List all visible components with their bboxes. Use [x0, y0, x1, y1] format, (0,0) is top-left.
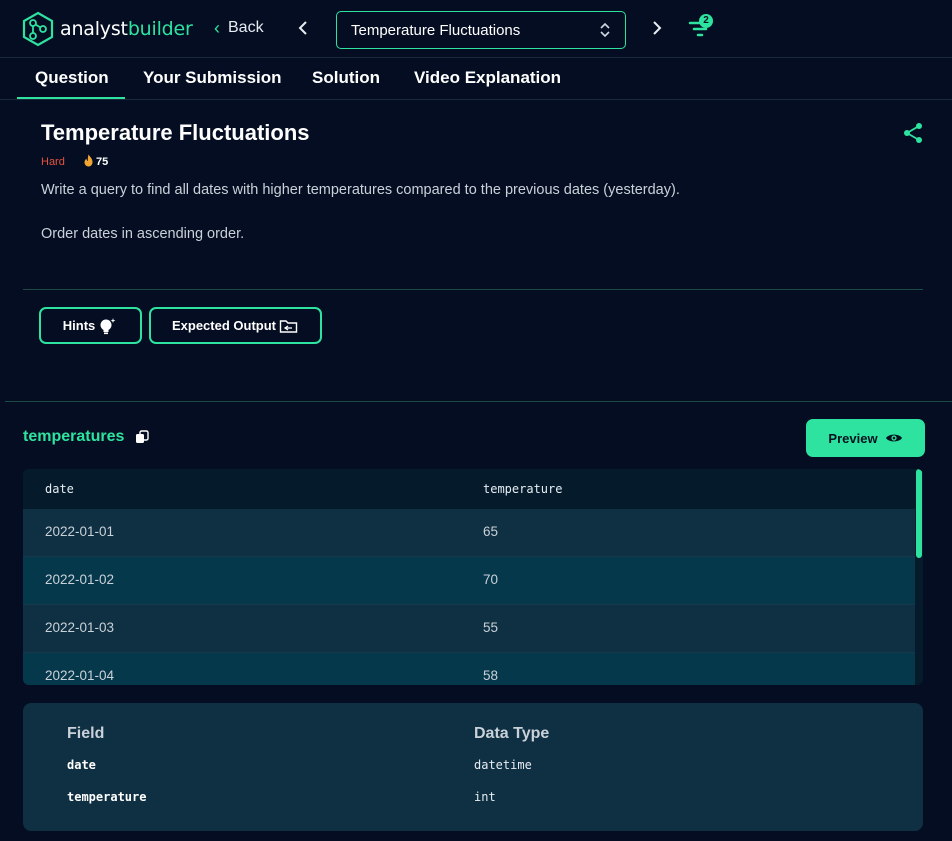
cell-date: 2022-01-01 — [45, 524, 115, 539]
lightbulb-icon — [100, 317, 116, 334]
brand-name: analystbuilder — [60, 18, 193, 40]
chevron-left-icon — [298, 21, 307, 35]
column-header-temperature[interactable]: temperature — [483, 482, 562, 496]
expected-output-button[interactable]: Expected Output — [149, 307, 322, 344]
cell-temperature: 65 — [483, 524, 499, 539]
logo-icon — [22, 11, 54, 47]
schema-field-type: datetime — [474, 758, 532, 772]
back-button[interactable]: ‹ Back — [214, 19, 264, 37]
schema-header-data-type: Data Type — [474, 725, 550, 742]
divider — [23, 289, 923, 290]
back-label: Back — [228, 19, 264, 36]
cell-temperature: 58 — [483, 668, 499, 683]
up-down-icon — [600, 22, 610, 38]
folder-icon — [279, 319, 298, 333]
table-row: 2022-01-04 58 — [23, 653, 915, 685]
column-header-date[interactable]: date — [45, 482, 74, 496]
chevron-left-icon: ‹ — [214, 18, 220, 38]
schema-panel: Field Data Type date datetime temperatur… — [23, 703, 923, 831]
hints-button[interactable]: Hints — [39, 307, 142, 344]
cell-date: 2022-01-03 — [45, 620, 115, 635]
tab-video-explanation[interactable]: Video Explanation — [414, 68, 561, 88]
cell-temperature: 55 — [483, 620, 499, 635]
question-title: Temperature Fluctuations — [41, 120, 310, 145]
cell-date: 2022-01-02 — [45, 572, 115, 587]
data-preview-table: date temperature 2022-01-01 65 2022-01-0… — [23, 469, 923, 685]
schema-field-type: int — [474, 790, 496, 804]
question-select[interactable]: Temperature Fluctuations — [336, 11, 626, 49]
difficulty-badge: Hard — [41, 156, 65, 168]
tab-solution[interactable]: Solution — [312, 68, 380, 88]
table-header: date temperature — [23, 469, 923, 509]
cell-date: 2022-01-04 — [45, 668, 115, 683]
divider — [5, 401, 952, 402]
expected-output-label: Expected Output — [171, 318, 276, 333]
question-select-value: Temperature Fluctuations — [351, 21, 521, 39]
scrollbar-thumb[interactable] — [916, 469, 922, 558]
hints-label: Hints — [62, 318, 96, 333]
copy-icon[interactable] — [135, 430, 149, 444]
table-row: 2022-01-01 65 — [23, 509, 915, 557]
top-bar: analystbuilder ‹ Back Temperature Fluctu… — [0, 0, 952, 58]
schema-field-name: date — [67, 758, 96, 772]
question-description: Write a query to find all dates with hig… — [41, 182, 680, 198]
brand-logo[interactable]: analystbuilder — [21, 11, 193, 47]
preview-button[interactable]: Preview — [806, 419, 925, 457]
tab-your-submission[interactable]: Your Submission — [143, 68, 282, 88]
schema-field-name: temperature — [67, 790, 147, 804]
eye-icon — [885, 434, 902, 442]
preview-label: Preview — [828, 430, 878, 446]
flame-icon — [83, 154, 94, 170]
table-row: 2022-01-02 70 — [23, 557, 915, 605]
share-icon[interactable] — [902, 122, 924, 144]
filter-count-badge: 2 — [699, 14, 713, 28]
next-question-button[interactable] — [650, 18, 664, 42]
question-order-note: Order dates in ascending order. — [41, 226, 245, 242]
schema-header-field: Field — [67, 725, 105, 742]
tab-bar: Question Your Submission Solution Video … — [0, 58, 952, 100]
table-name[interactable]: temperatures — [23, 428, 124, 446]
table-row: 2022-01-03 55 — [23, 605, 915, 653]
cell-temperature: 70 — [483, 572, 499, 587]
points-value: 75 — [96, 156, 109, 168]
active-tab-indicator — [17, 97, 125, 99]
tab-question[interactable]: Question — [35, 68, 109, 88]
previous-question-button[interactable] — [296, 18, 310, 42]
chevron-right-icon — [653, 21, 662, 35]
